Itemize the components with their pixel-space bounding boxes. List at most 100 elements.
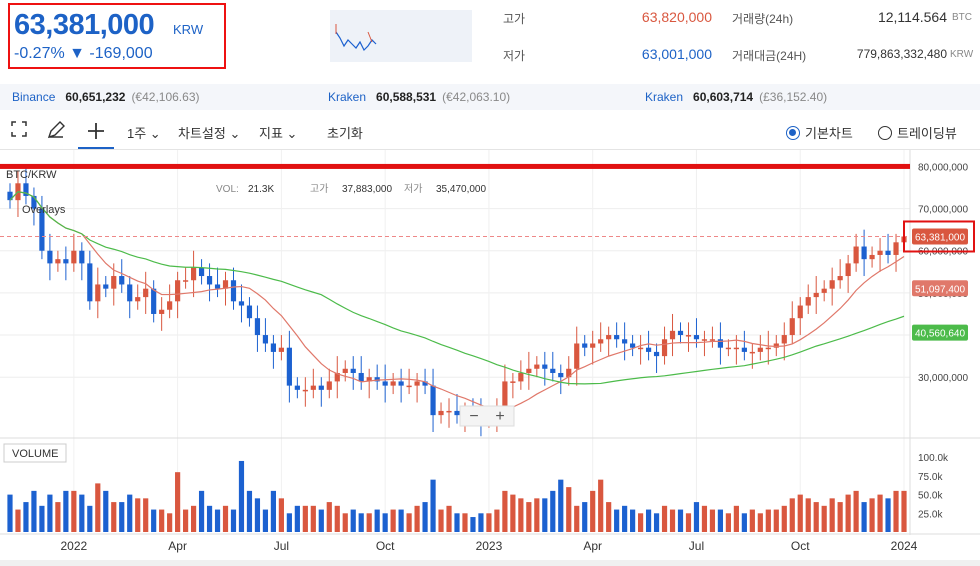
candle-body <box>661 339 668 357</box>
indicators-button[interactable]: 지표 ⌄ <box>259 123 297 142</box>
candle-body <box>183 280 189 282</box>
basic-chart-radio[interactable]: 기본차트 <box>786 123 853 142</box>
candle-body <box>821 288 827 293</box>
volume-bar <box>861 502 867 532</box>
volume-bar <box>342 513 348 532</box>
zoom-in-icon: + <box>495 408 504 425</box>
volume-bar <box>885 498 891 532</box>
candle-body <box>294 385 300 390</box>
candle-body <box>198 267 205 277</box>
volume-bar <box>534 498 540 532</box>
volume-bar <box>382 513 388 532</box>
volume-bar <box>63 490 69 532</box>
trading-view-radio[interactable]: 트레이딩뷰 <box>878 123 957 142</box>
exchange-kraken[interactable]: Kraken 60,588,531 (€42,063.10) <box>328 90 510 104</box>
volume-bar <box>773 509 779 532</box>
candle-body <box>749 351 755 354</box>
price-chart[interactable]: 30,000,00040,000,00050,000,00060,000,000… <box>0 150 980 560</box>
volume-bar <box>190 505 197 532</box>
volume-bar <box>614 509 620 532</box>
candle-body <box>693 335 700 340</box>
volume-bar <box>414 505 420 532</box>
radio-selected-icon <box>786 125 800 140</box>
candle-body <box>797 305 803 319</box>
volume-bar <box>853 490 859 532</box>
chart-settings-button[interactable]: 차트설정 ⌄ <box>178 123 240 142</box>
volume-bar <box>262 509 269 532</box>
volume-bar <box>486 513 492 532</box>
volume-bar <box>23 502 29 532</box>
volume-bar <box>422 502 428 532</box>
exchange-name: Binance <box>12 90 56 104</box>
candle-body <box>669 330 676 340</box>
volume-bar <box>901 490 907 532</box>
volume-bar <box>813 502 819 532</box>
candle-body <box>382 381 388 386</box>
candle-body <box>622 339 628 344</box>
volume-bar <box>79 494 85 532</box>
legend-text: 고가 <box>310 183 328 195</box>
volume-bar <box>582 502 588 532</box>
candle-body <box>534 364 540 369</box>
exchange-usd: (€42,106.63) <box>131 90 200 104</box>
volume-bar <box>350 509 356 532</box>
candle-body <box>238 301 245 306</box>
volume-bar <box>254 498 261 532</box>
volume-bar <box>877 494 883 532</box>
exchange-kraken-gbp[interactable]: Kraken 60,603,714 (£36,152.40) <box>645 90 827 104</box>
volume-bar <box>135 498 141 532</box>
sparkline-graph <box>335 24 377 52</box>
candle-body <box>789 318 795 336</box>
sparkline-end <box>367 31 373 43</box>
volume-bar <box>175 472 181 532</box>
candle-body <box>167 301 173 310</box>
volume-bar <box>893 490 899 532</box>
volume-unit: BTC <box>952 12 972 23</box>
candle-body <box>175 280 181 302</box>
volume-bar <box>741 513 747 532</box>
volume-bar <box>677 509 684 532</box>
candle-body <box>286 347 292 386</box>
candle-body <box>143 288 149 298</box>
candle-body <box>254 318 261 336</box>
volume-bar <box>198 490 205 532</box>
volume-bar <box>143 498 149 532</box>
x-tick-label: Apr <box>583 539 602 553</box>
interval-select[interactable]: 1주 ⌄ <box>127 123 161 142</box>
fullscreen-icon[interactable] <box>10 120 28 141</box>
exchange-usd: (€42,063.10) <box>442 90 511 104</box>
candle-body <box>614 335 620 340</box>
candle-body <box>645 347 652 352</box>
reset-button[interactable]: 초기화 <box>327 123 363 142</box>
volume-value: 12,114.564 <box>877 9 947 25</box>
exchange-binance[interactable]: Binance 60,651,232 (€42,106.63) <box>12 90 200 104</box>
candle-body <box>725 347 731 350</box>
candle-body <box>677 330 684 336</box>
ma-short-badge-text: 51,097,400 <box>915 284 965 295</box>
candle-body <box>510 381 516 383</box>
volume-bar <box>119 502 125 532</box>
ma-long-badge-text: 40,560,640 <box>915 329 965 340</box>
basic-chart-label: 기본차트 <box>805 126 853 141</box>
volume-bar <box>462 513 468 532</box>
candle-body <box>877 250 883 255</box>
candle-body <box>765 347 771 350</box>
candle-body <box>781 335 787 344</box>
volume-bar <box>749 509 755 532</box>
candle-body <box>246 305 253 319</box>
pencil-icon[interactable] <box>46 120 66 143</box>
volume-bar <box>797 494 803 532</box>
crosshair-icon[interactable] <box>78 114 114 149</box>
volume-label: 거래량(24h) <box>732 12 794 26</box>
candle-body <box>717 339 724 348</box>
volume-bar <box>542 498 548 532</box>
candle-body <box>845 263 851 277</box>
amount-unit: KRW <box>950 49 974 60</box>
candle-body <box>773 343 779 348</box>
volume-bar <box>789 498 795 532</box>
volume-bar <box>869 498 875 532</box>
volume-bar <box>837 502 843 532</box>
volume-bar <box>701 505 708 532</box>
candle-body <box>159 309 165 314</box>
volume-bar <box>653 513 660 532</box>
